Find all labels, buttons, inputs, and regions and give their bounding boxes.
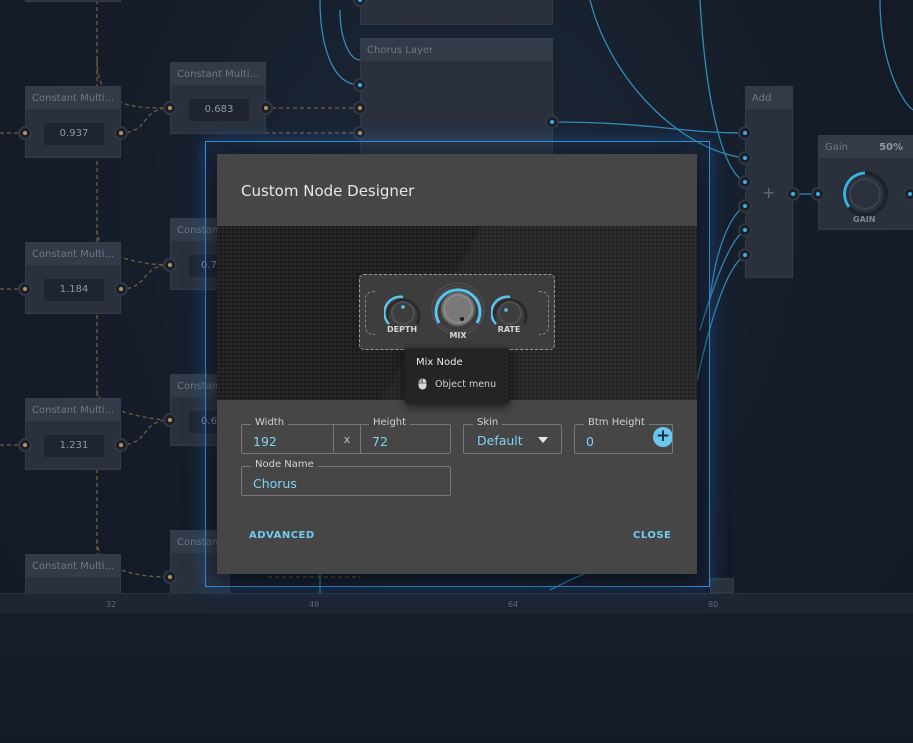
node-title: Gain	[825, 142, 848, 153]
dialog-title: Custom Node Designer	[241, 182, 415, 200]
node-title: Constant Multi...	[26, 555, 120, 577]
graph-node-constant-multiply[interactable]: Constant Multi... 1.184	[25, 242, 121, 314]
graph-node-constant-multiply[interactable]: Constant Multi... 1.231	[25, 398, 121, 470]
timeline-tick: 32	[106, 600, 117, 609]
node-name-field: Node Name	[241, 459, 451, 496]
add-symbol: +	[762, 183, 776, 202]
graph-node-chorus-layer[interactable]: Chorus Layer	[360, 38, 553, 158]
left-port-bracket	[365, 291, 375, 335]
output-port[interactable]	[114, 438, 128, 452]
input-port[interactable]	[811, 187, 825, 201]
size-separator: x	[333, 425, 361, 453]
output-port[interactable]	[259, 101, 273, 115]
output-port[interactable]	[903, 187, 913, 201]
graph-node-constant-multiply[interactable]: Constant Multi... 0.683	[170, 62, 266, 134]
input-port[interactable]	[738, 223, 752, 237]
mouse-icon	[418, 378, 427, 390]
node-title: Constant Multi...	[171, 63, 265, 85]
btm-height-field: Btm Height	[574, 417, 673, 454]
input-port[interactable]	[163, 101, 177, 115]
timeline-tick: 48	[309, 600, 320, 609]
timeline-tick: 80	[708, 600, 719, 609]
input-port[interactable]	[163, 413, 177, 427]
node-title: Constant Multi...	[26, 243, 120, 265]
node-tooltip: Mix Node Object menu	[405, 348, 509, 404]
rate-knob-label: RATE	[497, 325, 521, 334]
node-header: Gain 50%	[819, 136, 913, 158]
output-port[interactable]	[786, 187, 800, 201]
mix-knob-icon[interactable]	[431, 277, 485, 339]
size-field-group: Width x Height	[241, 417, 451, 454]
advanced-button[interactable]: ADVANCED	[249, 530, 315, 541]
input-port[interactable]	[163, 570, 177, 584]
chevron-down-icon	[538, 437, 548, 443]
tooltip-object-menu[interactable]: Object menu	[435, 379, 496, 390]
input-port[interactable]	[738, 126, 752, 140]
node-preview[interactable]: DEPTH MIX RATE	[359, 274, 555, 350]
input-port[interactable]	[738, 175, 752, 189]
graph-node-partial[interactable]	[710, 578, 734, 593]
gain-knob-label: GAIN	[853, 215, 876, 224]
input-port[interactable]	[738, 151, 752, 165]
input-port[interactable]	[353, 101, 367, 115]
btm-height-input[interactable]	[575, 425, 672, 453]
node-name-input[interactable]	[242, 467, 450, 495]
timeline-tick: 64	[508, 600, 519, 609]
gain-knob-icon[interactable]	[841, 170, 889, 218]
custom-node-designer-dialog: Custom Node Designer DEPTH MIX RATE + Mi…	[217, 154, 697, 574]
depth-knob-label: DEPTH	[386, 325, 418, 334]
gain-percent: 50%	[879, 142, 903, 153]
output-port[interactable]	[114, 126, 128, 140]
height-input[interactable]	[361, 425, 451, 453]
skin-value: Default	[477, 433, 523, 448]
output-port[interactable]	[114, 282, 128, 296]
input-port[interactable]	[18, 282, 32, 296]
input-port[interactable]	[353, 126, 367, 140]
input-port[interactable]	[738, 199, 752, 213]
tooltip-title: Mix Node	[416, 357, 463, 368]
output-port[interactable]	[545, 115, 559, 129]
input-port[interactable]	[353, 78, 367, 92]
node-value[interactable]: 0.683	[189, 99, 249, 121]
graph-node-partial[interactable]	[25, 0, 121, 2]
mix-knob-label: MIX	[449, 331, 467, 340]
width-input[interactable]	[242, 425, 333, 453]
graph-node-constant-multiply[interactable]: Constant Multi... 0.937	[25, 86, 121, 158]
graph-node-gain[interactable]: Gain 50% GAIN	[818, 135, 913, 230]
ruler-line	[20, 606, 913, 607]
node-title: Constant Multi...	[26, 399, 120, 421]
timeline-ruler[interactable]: 32 48 64 80	[0, 593, 913, 613]
skin-label: Skin	[473, 417, 503, 428]
skin-select[interactable]: Skin Default	[463, 417, 562, 454]
input-port[interactable]	[18, 438, 32, 452]
right-port-bracket	[539, 291, 549, 335]
node-value[interactable]: 1.184	[44, 279, 104, 301]
graph-node-add[interactable]: Add +	[745, 86, 793, 278]
node-value[interactable]: 1.231	[44, 435, 104, 457]
app-window: Constant Multi... 0.937 Constant Multi..…	[0, 0, 913, 743]
graph-node-constant-multiply[interactable]: Constant Multi...	[25, 554, 121, 593]
input-port[interactable]	[163, 258, 177, 272]
node-title: Add	[746, 87, 792, 109]
lower-panel	[0, 613, 913, 743]
graph-node-partial[interactable]	[360, 0, 553, 25]
close-button[interactable]: CLOSE	[633, 530, 671, 541]
input-port[interactable]	[738, 248, 752, 262]
node-title: Chorus Layer	[361, 39, 552, 61]
input-port[interactable]	[18, 126, 32, 140]
node-title: Constant Multi...	[26, 87, 120, 109]
node-value[interactable]: 0.937	[44, 123, 104, 145]
